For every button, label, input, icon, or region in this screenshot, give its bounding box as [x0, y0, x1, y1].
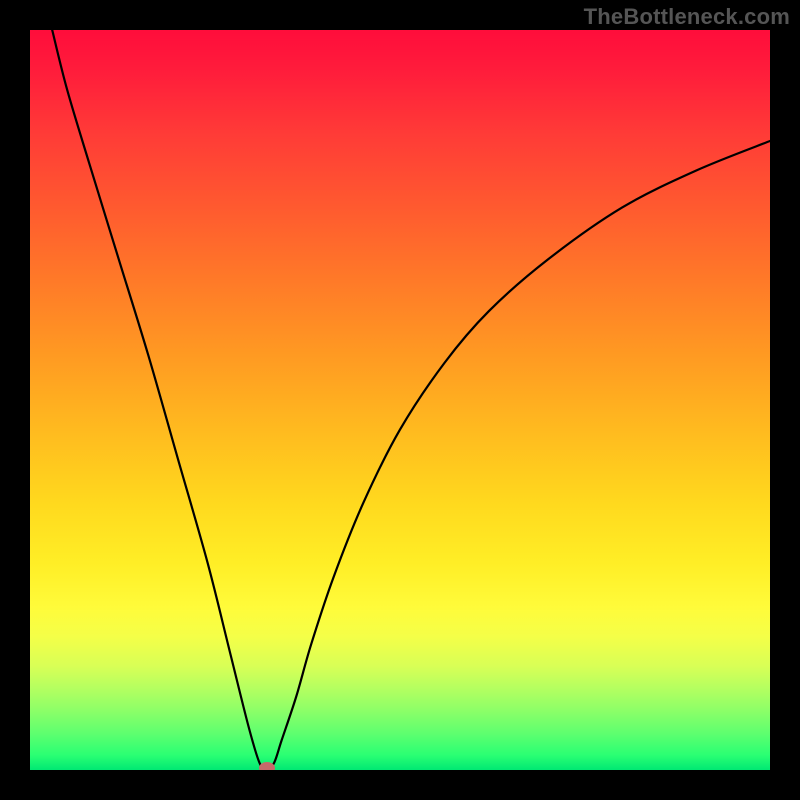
watermark-text: TheBottleneck.com — [584, 4, 790, 30]
plot-area — [30, 30, 770, 770]
minimum-marker — [259, 762, 275, 770]
chart-frame: TheBottleneck.com — [0, 0, 800, 800]
bottleneck-curve — [30, 30, 770, 770]
